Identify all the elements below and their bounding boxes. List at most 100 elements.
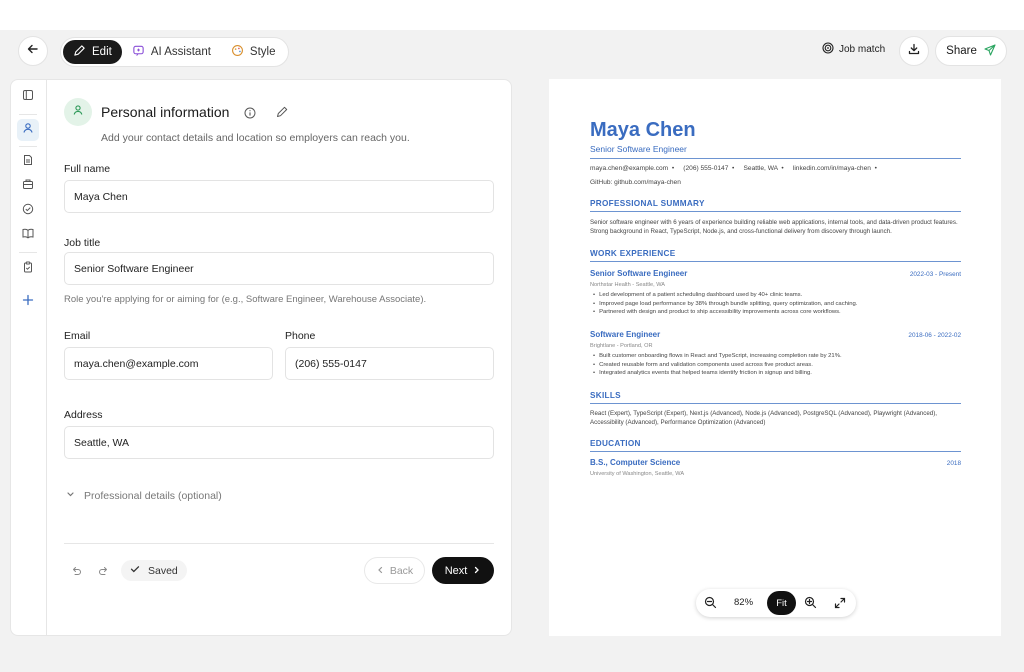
summary-heading: PROFESSIONAL SUMMARY (590, 199, 705, 208)
send-icon (984, 43, 996, 59)
fullscreen-button[interactable] (834, 596, 846, 614)
edit-mode-label: Edit (92, 46, 112, 58)
back-button[interactable]: Back (364, 557, 425, 584)
resume-rule (590, 451, 961, 452)
user-icon (22, 121, 34, 139)
job-dates: 2022-03 - Present (909, 271, 961, 278)
check-circle-icon (22, 202, 34, 220)
rename-section-button[interactable] (276, 105, 288, 123)
next-label: Next (444, 564, 468, 577)
section-subtitle: Add your contact details and location so… (101, 132, 410, 144)
ai-sparkle-icon (132, 44, 145, 60)
user-icon (72, 103, 84, 121)
email-input[interactable] (64, 347, 273, 380)
professional-details-label: Professional details (optional) (84, 490, 222, 502)
pencil-icon (73, 44, 86, 60)
top-strip (0, 0, 1024, 30)
phone-input[interactable] (285, 347, 494, 380)
back-arrow-button[interactable] (18, 36, 48, 66)
expand-icon (834, 596, 846, 613)
zoom-out-icon (704, 596, 717, 613)
address-input[interactable] (64, 426, 494, 459)
zoom-fit-button[interactable]: Fit (767, 591, 796, 615)
share-button[interactable]: Share (935, 36, 1007, 66)
saved-label: Saved (148, 564, 178, 577)
email-label: Email (64, 330, 91, 342)
ai-assistant-label: AI Assistant (150, 46, 211, 58)
section-rail (10, 79, 46, 636)
job-bullet: Integrated analytics events that helped … (590, 369, 961, 378)
phone-label: Phone (285, 330, 316, 342)
zoom-level: 82% (734, 597, 754, 608)
degree: B.S., Computer Science (590, 458, 681, 467)
plus-icon (22, 293, 34, 311)
style-mode-button[interactable]: Style (221, 40, 286, 64)
job-title: Senior Software Engineer (590, 269, 688, 278)
resume-rule (590, 403, 961, 404)
job-bullets: Led development of a patient scheduling … (590, 291, 961, 317)
ai-assistant-mode-button[interactable]: AI Assistant (122, 40, 221, 64)
share-label: Share (946, 45, 977, 57)
job-company: Brightlane - Portland, OR (590, 343, 653, 349)
professional-details-toggle[interactable]: Professional details (optional) (66, 490, 222, 502)
job-bullet: Led development of a patient scheduling … (590, 291, 961, 300)
zoom-in-icon (804, 596, 817, 613)
redo-button[interactable] (98, 564, 110, 582)
mode-switcher: Edit AI Assistant Style (60, 37, 289, 67)
resume-rule (590, 261, 961, 262)
job-title-input[interactable] (64, 252, 494, 285)
rail-divider (19, 114, 37, 115)
download-button[interactable] (899, 36, 929, 66)
address-label: Address (64, 409, 103, 421)
experience-heading: WORK EXPERIENCE (590, 249, 676, 258)
briefcase-icon (22, 177, 34, 195)
sidebar-item-personal-info[interactable] (17, 119, 39, 141)
book-icon (22, 226, 34, 244)
resume-preview: Maya Chen Senior Software Engineer maya.… (549, 79, 1001, 636)
add-section-button[interactable] (20, 294, 36, 310)
skills-heading: SKILLS (590, 391, 621, 400)
skills-text: React (Expert), TypeScript (Expert), Nex… (590, 410, 937, 426)
undo-button[interactable] (70, 564, 82, 582)
clipboard-icon (22, 260, 34, 278)
chevron-down-icon (66, 490, 75, 502)
job-bullet: Partnered with design and product to shi… (590, 308, 961, 317)
zoom-in-button[interactable] (804, 596, 817, 614)
job-bullet: Improved page load performance by 38% th… (590, 300, 961, 309)
info-button[interactable] (244, 106, 256, 124)
footer-divider (64, 543, 494, 544)
undo-icon (70, 564, 82, 581)
school: University of Washington, Seattle, WA (590, 471, 685, 477)
sidebar-toggle-button[interactable] (20, 89, 36, 105)
chevron-left-icon (376, 565, 384, 577)
toolbar: Edit AI Assistant Style Job match Share (0, 30, 1024, 70)
zoom-out-button[interactable] (704, 596, 717, 614)
resume-contact-line: maya.chen@example.com • (206) 555-0147 •… (590, 165, 877, 172)
full-name-input[interactable] (64, 180, 494, 213)
pencil-icon (276, 105, 288, 122)
sidebar-item-additional[interactable] (20, 261, 36, 277)
info-icon (244, 106, 256, 123)
editor-panel: Personal information Add your contact de… (46, 79, 512, 636)
resume-contact-line: GitHub: github.com/maya-chen (590, 179, 681, 186)
target-icon (822, 42, 834, 57)
job-title: Software Engineer (590, 330, 661, 339)
rail-divider (19, 146, 37, 147)
section-icon (64, 98, 92, 126)
job-bullets: Built customer onboarding flows in React… (590, 352, 961, 378)
sidebar-item-experience[interactable] (20, 178, 36, 194)
arrow-left-icon (27, 42, 39, 60)
style-mode-label: Style (249, 46, 276, 58)
saved-status-badge: Saved (121, 560, 187, 581)
document-icon (22, 153, 34, 171)
edit-mode-button[interactable]: Edit (63, 40, 122, 64)
redo-icon (98, 564, 110, 581)
sidebar-item-summary[interactable] (20, 154, 36, 170)
education-heading: EDUCATION (590, 439, 641, 448)
job-match-button[interactable]: Job match (822, 42, 885, 57)
next-button[interactable]: Next (432, 557, 494, 584)
job-company: Northstar Health - Seattle, WA (590, 282, 666, 288)
sidebar-item-skills[interactable] (20, 203, 36, 219)
sidebar-item-education[interactable] (20, 227, 36, 243)
chevron-right-icon (473, 565, 481, 577)
